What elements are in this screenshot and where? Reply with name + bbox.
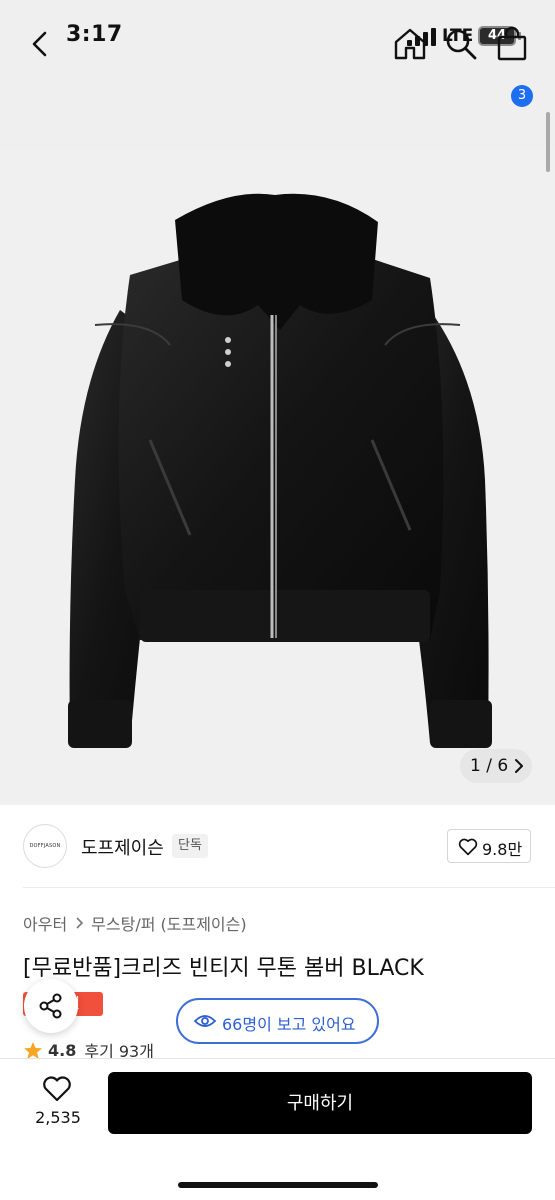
heart-icon xyxy=(458,838,478,856)
rating-value: 4.8 xyxy=(48,1040,77,1060)
share-icon xyxy=(39,993,62,1019)
eye-icon xyxy=(194,1015,216,1027)
share-button[interactable] xyxy=(24,979,78,1033)
back-icon[interactable] xyxy=(22,24,62,64)
chevron-right-icon xyxy=(76,917,84,929)
home-icon[interactable] xyxy=(390,24,430,64)
jacket-photo xyxy=(68,193,492,748)
breadcrumb-category[interactable]: 아우터 xyxy=(23,911,67,935)
heart-icon xyxy=(43,1076,71,1102)
rating-row[interactable]: 4.8 후기 93개 xyxy=(23,1040,154,1061)
image-counter[interactable]: 1 / 6 xyxy=(460,749,532,783)
shopping-bag-icon[interactable] xyxy=(493,24,533,64)
status-time: 3:17 xyxy=(66,22,123,47)
brand-like-count: 9.8만 xyxy=(482,840,523,859)
scrollbar-thumb[interactable] xyxy=(546,112,550,172)
search-icon[interactable] xyxy=(441,24,481,64)
exclusive-tag: 단독 xyxy=(172,834,208,858)
product-image[interactable] xyxy=(0,150,555,805)
brand-logo[interactable]: DOFFJASON xyxy=(23,824,67,868)
image-counter-text: 1 / 6 xyxy=(470,756,509,776)
cart-count-badge: 3 xyxy=(511,85,533,107)
viewers-indicator: 66명이 보고 있어요 xyxy=(176,998,379,1044)
breadcrumb: 아우터 무스탕/퍼 (도프제이슨) xyxy=(23,911,247,935)
brand-like-button[interactable]: 9.8만 xyxy=(447,829,531,863)
chevron-right-icon xyxy=(515,759,523,773)
divider xyxy=(23,887,555,888)
nav-bar xyxy=(0,60,555,150)
brand-name[interactable]: 도프제이슨 xyxy=(81,834,164,860)
wishlist-button[interactable]: 2,535 xyxy=(24,1072,92,1134)
breadcrumb-subcategory[interactable]: 무스탕/퍼 (도프제이슨) xyxy=(91,911,246,935)
buy-button[interactable]: 구매하기 xyxy=(108,1072,532,1134)
home-indicator xyxy=(178,1182,378,1188)
star-icon xyxy=(24,1041,42,1059)
viewers-text: 66명이 보고 있어요 xyxy=(222,1015,356,1034)
product-title: [무료반품]크리즈 빈티지 무톤 봄버 BLACK xyxy=(23,956,424,981)
wishlist-count: 2,535 xyxy=(35,1108,81,1127)
